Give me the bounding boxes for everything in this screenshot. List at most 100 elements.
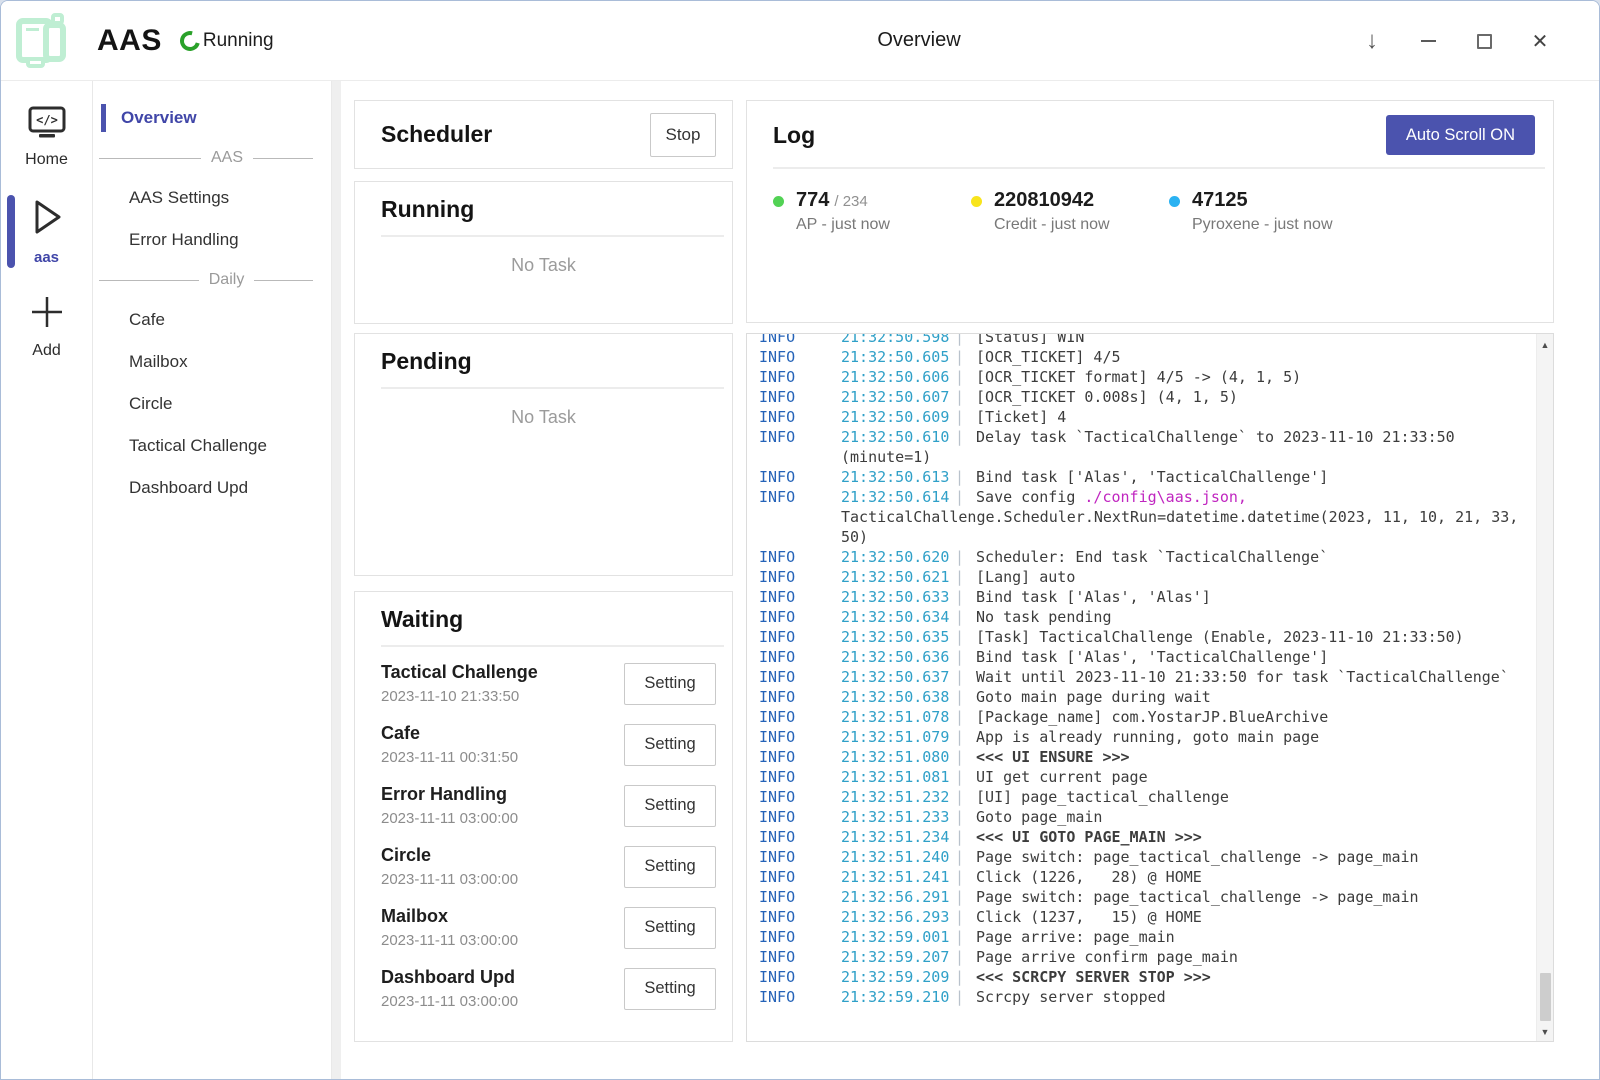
stat-label: Credit - just now [994,216,1110,234]
task-setting-button[interactable]: Setting [624,785,716,827]
task-setting-button[interactable]: Setting [624,724,716,766]
log-separator: | [953,688,976,706]
download-update-icon[interactable]: ↓ [1361,30,1383,52]
log-timestamp: 21:32:59.207 [841,947,953,967]
log-level: INFO [759,887,841,907]
sidebar-item-label: Mailbox [129,352,188,372]
sidebar-item-tactical-challenge[interactable]: Tactical Challenge [93,425,331,467]
divider [773,167,1545,169]
log-level: INFO [759,807,841,827]
sidebar-item-cafe[interactable]: Cafe [93,299,331,341]
waiting-task-row: Circle 2023-11-11 03:00:00 Setting [355,836,732,897]
log-separator: | [953,488,976,506]
sidebar-item-overview[interactable]: Overview [93,97,331,139]
log-separator: | [953,368,976,386]
log-message: App is already running, goto main page [976,728,1319,746]
log-timestamp: 21:32:50.621 [841,567,953,587]
log-level: INFO [759,767,841,787]
maximize-icon[interactable] [1473,30,1495,52]
log-level: INFO [759,687,841,707]
log-level: INFO [759,427,841,447]
sidebar-section-divider: Daily [93,261,331,299]
scroll-up-icon[interactable]: ▲ [1537,340,1553,350]
task-setting-button[interactable]: Setting [624,907,716,949]
sidebar-item-mailbox[interactable]: Mailbox [93,341,331,383]
log-separator: | [953,608,976,626]
rail-item-add[interactable]: Add [1,284,92,370]
log-message: Page arrive confirm page_main [976,948,1238,966]
log-scrollbar[interactable]: ▲ ▼ [1536,334,1553,1041]
task-name: Circle [381,845,518,866]
sidebar-list: OverviewAAS AAS Settings Error Handling Dai… [93,97,331,509]
log-stat: 47125 Pyroxene - just now [1169,189,1367,234]
stop-button[interactable]: Stop [650,113,716,157]
log-level: INFO [759,667,841,687]
rail-item-aas[interactable]: aas [1,187,92,276]
log-level: INFO [759,987,841,1007]
log-entry: INFO21:32:59.210|Scrcpy server stopped [759,987,1534,1007]
scroll-thumb[interactable] [1540,973,1551,1021]
log-separator: | [953,428,976,446]
log-message: Bind task ['Alas', 'TacticalChallenge'] [976,648,1328,666]
log-separator: | [953,568,976,586]
app-window: AAS Running Overview ↓ ✕ </> [0,0,1600,1080]
auto-scroll-button[interactable]: Auto Scroll ON [1386,115,1535,155]
log-level: INFO [759,827,841,847]
log-level: INFO [759,727,841,747]
task-next-run-time: 2023-11-11 03:00:00 [381,993,518,1010]
nav-rail: </> Home aas [1,81,93,1080]
sidebar-item-dashboard-upd[interactable]: Dashboard Upd [93,467,331,509]
waiting-task-row: Mailbox 2023-11-11 03:00:00 Setting [355,897,732,958]
log-entry: INFO21:32:50.634|No task pending [759,607,1534,627]
sidebar-item-label: Circle [129,394,172,414]
log-separator: | [953,668,976,686]
log-level: INFO [759,967,841,987]
rail-item-home[interactable]: </> Home [1,97,92,179]
log-level: INFO [759,467,841,487]
task-setting-button[interactable]: Setting [624,846,716,888]
status-badge: Running [180,30,274,52]
sidebar-item-label: AAS Settings [129,188,229,208]
sidebar-item-aas-settings[interactable]: AAS Settings [93,177,331,219]
log-panel: INFO21:32:50.598|[Status] WININFO21:32:5… [746,333,1554,1042]
log-lines: INFO21:32:50.598|[Status] WININFO21:32:5… [759,333,1534,1007]
minimize-icon[interactable] [1417,30,1439,52]
log-entry: INFO21:32:51.078|[Package_name] com.Yost… [759,707,1534,727]
waiting-task-list: Tactical Challenge 2023-11-10 21:33:50 S… [355,653,732,1019]
log-separator: | [953,548,976,566]
sidebar-section-label: Daily [209,271,245,289]
log-timestamp: 21:32:51.233 [841,807,953,827]
log-timestamp: 21:32:50.633 [841,587,953,607]
log-timestamp: 21:32:50.613 [841,467,953,487]
log-separator: | [953,628,976,646]
sidebar-section-divider: AAS [93,139,331,177]
sidebar-item-error-handling[interactable]: Error Handling [93,219,331,261]
log-entry: INFO21:32:50.636|Bind task ['Alas', 'Tac… [759,647,1534,667]
log-message: [Lang] auto [976,568,1075,586]
log-entry: INFO21:32:50.620|Scheduler: End task `Ta… [759,547,1534,567]
scheduler-card: Scheduler Stop [354,100,733,169]
scheduler-title: Scheduler [381,121,492,148]
log-entry: INFO21:32:50.614|Save config ./config\aa… [759,487,1534,547]
log-message: Page switch: page_tactical_challenge -> … [976,888,1419,906]
log-timestamp: 21:32:50.614 [841,487,953,507]
task-setting-button[interactable]: Setting [624,663,716,705]
log-timestamp: 21:32:50.637 [841,667,953,687]
log-separator: | [953,748,976,766]
log-separator: | [953,728,976,746]
status-label: Running [203,30,274,52]
scroll-down-icon[interactable]: ▼ [1537,1027,1553,1037]
log-message: [OCR_TICKET 0.008s] (4, 1, 5) [976,388,1238,406]
log-timestamp: 21:32:50.609 [841,407,953,427]
sidebar-item-circle[interactable]: Circle [93,383,331,425]
task-setting-button[interactable]: Setting [624,968,716,1010]
close-icon[interactable]: ✕ [1529,30,1551,52]
log-level: INFO [759,847,841,867]
log-entry: INFO21:32:51.234|<<< UI GOTO PAGE_MAIN >… [759,827,1534,847]
log-level: INFO [759,787,841,807]
window-controls: ↓ ✕ [1361,1,1551,81]
log-message: Scheduler: End task `TacticalChallenge` [976,548,1328,566]
log-separator: | [953,388,976,406]
log-entry: INFO21:32:51.080|<<< UI ENSURE >>> [759,747,1534,767]
log-entry: INFO21:32:51.079|App is already running,… [759,727,1534,747]
